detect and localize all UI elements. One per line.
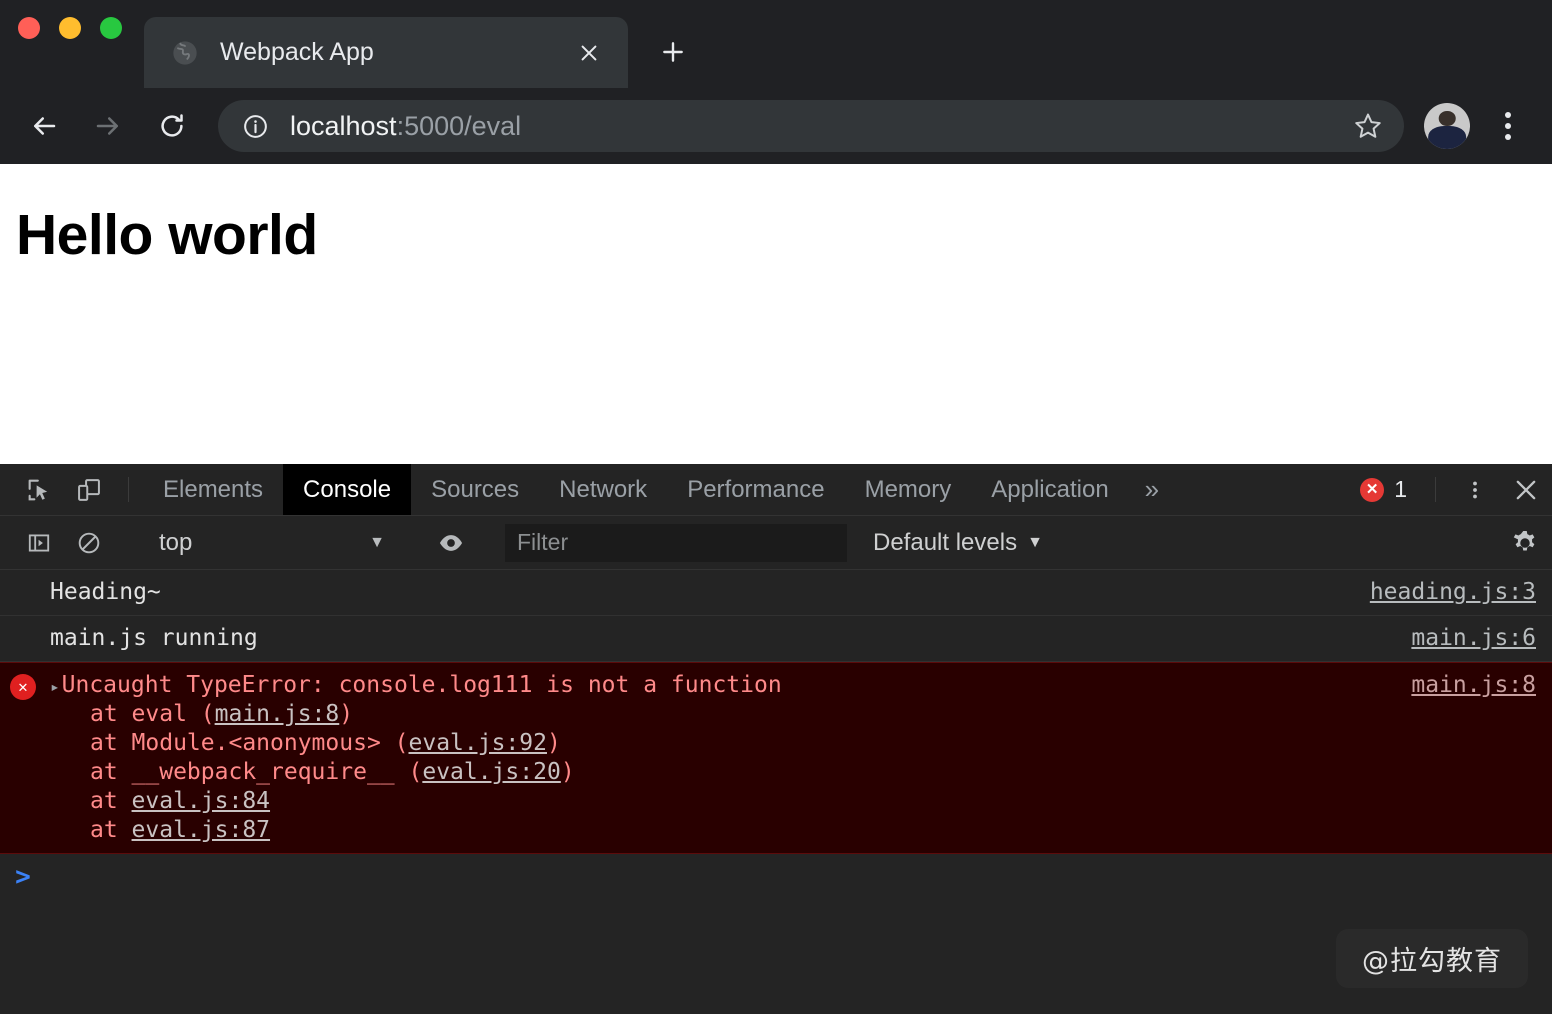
tab-memory[interactable]: Memory (845, 464, 972, 515)
stack-frame-link[interactable]: eval.js:87 (132, 817, 270, 843)
globe-icon (170, 38, 200, 68)
devtools-menu-kebab-menu-icon[interactable] (1450, 464, 1500, 515)
stack-frame-link[interactable]: main.js:8 (215, 701, 340, 727)
arrow-right-icon[interactable] (84, 102, 132, 150)
stack-frame: at Module.<anonymous> (eval.js:92) (50, 729, 1387, 758)
stack-frame-prefix: at __webpack_require__ ( (90, 759, 422, 785)
tab-performance[interactable]: Performance (667, 464, 844, 515)
source-link[interactable]: main.js:6 (1387, 624, 1536, 653)
message-gutter (0, 624, 46, 626)
chevron-down-icon: ▼ (369, 534, 385, 552)
tab-strip: Webpack App (0, 0, 1552, 88)
browser-tab-webpack-app[interactable]: Webpack App (144, 17, 628, 88)
page-viewport: Hello world (0, 164, 1552, 464)
maximize-window-button[interactable] (100, 17, 122, 39)
avatar[interactable] (1424, 103, 1470, 149)
stack-frame-link[interactable]: eval.js:20 (422, 759, 560, 785)
close-window-button[interactable] (18, 17, 40, 39)
reload-icon[interactable] (148, 102, 196, 150)
browser-chrome: Webpack App (0, 0, 1552, 164)
console-toolbar: top ▼ Default levels ▼ (0, 516, 1552, 570)
address-bar[interactable]: localhost:5000/eval (218, 100, 1404, 152)
error-circle-icon: ✕ (1360, 478, 1384, 502)
tab-application[interactable]: Application (971, 464, 1128, 515)
stack-frame: at eval.js:87 (50, 816, 1387, 845)
console-input[interactable] (46, 864, 1552, 890)
url-path: :5000/eval (397, 111, 522, 141)
execution-context-value: top (159, 529, 369, 557)
stack-frame: at eval.js:84 (50, 787, 1387, 816)
console-prompt[interactable]: > (0, 854, 1552, 890)
error-count-value: 1 (1394, 476, 1407, 503)
console-message-text: Heading~ (46, 578, 1346, 607)
tab-title: Webpack App (220, 38, 572, 67)
chevron-double-right-icon[interactable]: » (1129, 464, 1175, 515)
stack-frame: at __webpack_require__ (eval.js:20) (50, 758, 1387, 787)
log-levels-dropdown[interactable]: Default levels ▼ (873, 529, 1043, 557)
console-sidebar-icon[interactable] (14, 530, 64, 556)
browser-toolbar: localhost:5000/eval (0, 88, 1552, 164)
minimize-window-button[interactable] (59, 17, 81, 39)
tab-sources[interactable]: Sources (411, 464, 539, 515)
tab-network[interactable]: Network (539, 464, 667, 515)
address-bar-url: localhost:5000/eval (290, 111, 1346, 142)
url-host: localhost (290, 111, 397, 141)
console-error-row[interactable]: ✕ ▸Uncaught TypeError: console.log111 is… (0, 662, 1552, 854)
live-expression-eye-icon[interactable] (426, 529, 476, 557)
watermark: @拉勾教育 (1336, 929, 1528, 988)
devtools-tab-bar: Elements Console Sources Network Perform… (0, 464, 1552, 516)
stack-frame-suffix: ) (561, 759, 575, 785)
source-link[interactable]: main.js:8 (1387, 671, 1536, 700)
arrow-left-icon[interactable] (20, 102, 68, 150)
tab-bar-spacer (1175, 464, 1346, 515)
prompt-chevron-icon: > (0, 864, 46, 890)
stack-frame-link[interactable]: eval.js:84 (132, 788, 270, 814)
console-message-list: Heading~ heading.js:3 main.js running ma… (0, 570, 1552, 1014)
devtools-close-icon[interactable] (1500, 464, 1552, 515)
stack-frame-link[interactable]: eval.js:92 (409, 730, 547, 756)
message-gutter (0, 578, 46, 580)
error-headline: Uncaught TypeError: console.log111 is no… (62, 672, 782, 698)
expand-triangle-icon[interactable]: ▸ (50, 677, 60, 697)
chevron-down-icon: ▼ (1027, 534, 1043, 552)
stack-frame-prefix: at Module.<anonymous> ( (90, 730, 409, 756)
clear-console-icon[interactable] (64, 530, 114, 556)
stack-frame-prefix: at (90, 788, 132, 814)
new-tab-button[interactable] (650, 29, 696, 75)
console-message-text: main.js running (46, 624, 1387, 653)
stack-frame-suffix: ) (547, 730, 561, 756)
close-icon[interactable] (572, 36, 606, 70)
info-circle-icon[interactable] (240, 111, 270, 141)
message-gutter: ✕ (0, 671, 46, 700)
source-link[interactable]: heading.js:3 (1346, 578, 1536, 607)
stack-frame-suffix: ) (339, 701, 353, 727)
console-log-row[interactable]: Heading~ heading.js:3 (0, 570, 1552, 616)
gear-icon[interactable] (1498, 528, 1552, 558)
star-icon[interactable] (1346, 104, 1390, 148)
page-title: Hello world (16, 204, 1552, 267)
stack-frame-prefix: at (90, 817, 132, 843)
inspect-cursor-icon[interactable] (14, 464, 64, 515)
error-count-badge[interactable]: ✕ 1 (1346, 464, 1421, 515)
error-circle-icon: ✕ (10, 674, 36, 700)
log-levels-value: Default levels (873, 529, 1017, 557)
device-toolbar-icon[interactable] (64, 464, 114, 515)
stack-frame: at eval (main.js:8) (50, 700, 1387, 729)
kebab-menu-icon[interactable] (1486, 104, 1530, 148)
devtools-panel: Elements Console Sources Network Perform… (0, 464, 1552, 1014)
execution-context-dropdown[interactable]: top ▼ (147, 526, 397, 560)
tab-elements[interactable]: Elements (143, 464, 283, 515)
tab-console[interactable]: Console (283, 464, 411, 515)
tab-bar-divider (1435, 477, 1436, 502)
console-log-row[interactable]: main.js running main.js:6 (0, 616, 1552, 662)
stack-frame-prefix: at eval ( (90, 701, 215, 727)
console-error-text: ▸Uncaught TypeError: console.log111 is n… (46, 671, 1387, 845)
filter-input[interactable] (505, 524, 847, 562)
window-traffic-lights (18, 0, 122, 88)
toolbar-divider (128, 477, 129, 502)
